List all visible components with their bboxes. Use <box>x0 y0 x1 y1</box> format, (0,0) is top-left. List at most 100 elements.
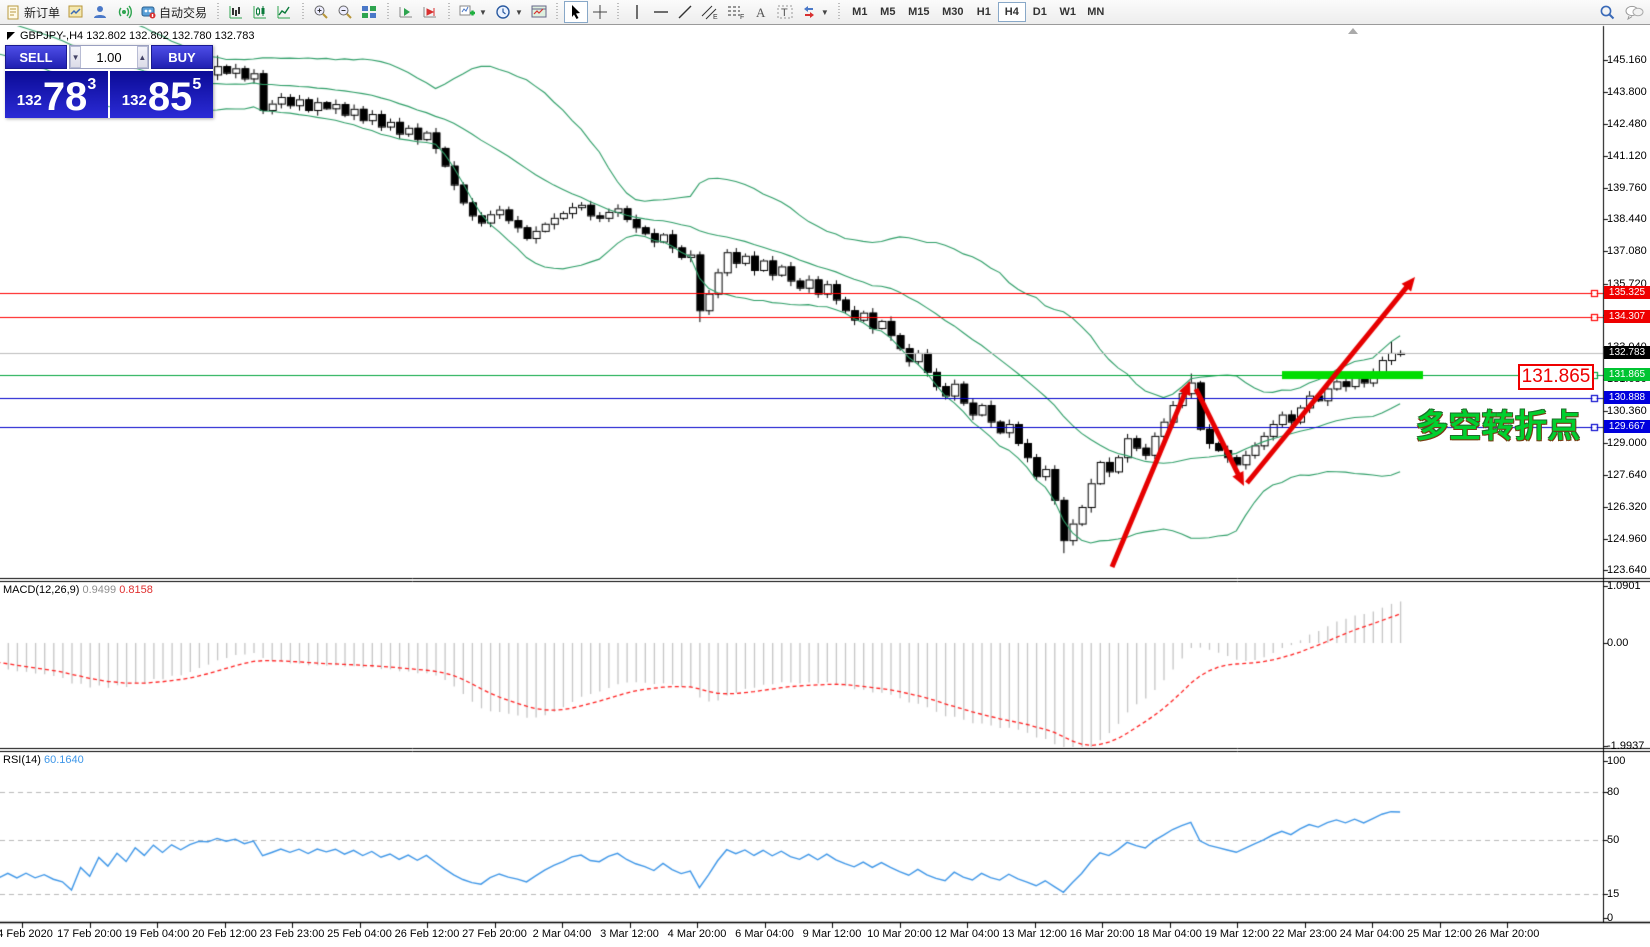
auto-trading-button[interactable]: 自动交易 <box>136 1 211 23</box>
channel-icon: E <box>701 4 719 20</box>
sell-price-prefix: 132 <box>17 92 42 109</box>
turning-point-annotation: 多空转折点 <box>1416 401 1581 447</box>
price-tick-label: 139.760 <box>1607 182 1647 194</box>
dropdown-caret-icon: ▼ <box>821 8 829 17</box>
price-tag-label: 131.865 <box>1604 368 1650 381</box>
volume-input[interactable] <box>81 46 137 68</box>
fibonacci-button[interactable]: F <box>723 1 749 23</box>
support-price-annotation: 131.865 <box>1518 364 1594 390</box>
auto-trading-label: 自动交易 <box>159 4 207 21</box>
timeframe-group: M1M5M15M30H1H4D1W1MN <box>846 2 1110 22</box>
buy-price-box[interactable]: 132855 <box>110 71 213 118</box>
crosshair-button[interactable] <box>588 1 612 23</box>
volume-decrease-button[interactable]: ▼ <box>70 46 81 68</box>
horizontal-line-button[interactable] <box>649 1 673 23</box>
sell-price-box[interactable]: 132783 <box>5 71 108 118</box>
trendline-icon <box>677 4 693 20</box>
sell-price-big: 78 <box>43 81 88 114</box>
signal-icon <box>116 4 132 20</box>
chart-shift-icon <box>422 4 438 20</box>
search-button[interactable] <box>1595 1 1620 23</box>
price-tick-label: 141.120 <box>1607 150 1647 162</box>
fibonacci-icon: F <box>727 4 745 20</box>
chat-icon <box>1624 4 1644 20</box>
crosshair-icon <box>592 4 608 20</box>
price-tag-label: 132.783 <box>1604 346 1650 359</box>
trendline-button[interactable] <box>673 1 697 23</box>
zoom-out-icon <box>337 4 353 20</box>
svg-text:A: A <box>756 5 766 20</box>
sell-button[interactable]: SELL <box>5 45 67 69</box>
timeframe-button-h1[interactable]: H1 <box>970 2 998 22</box>
toolbar-grip <box>214 3 221 21</box>
timeframe-button-m5[interactable]: M5 <box>874 2 902 22</box>
text-label-icon: T <box>777 4 793 20</box>
new-order-icon <box>6 5 21 20</box>
zoom-in-icon <box>313 4 329 20</box>
clock-icon <box>495 4 511 20</box>
new-chart-icon <box>459 4 475 20</box>
tile-windows-button[interactable] <box>357 1 381 23</box>
macd-signal-value: 0.8158 <box>119 584 153 596</box>
charts-list-button[interactable] <box>64 1 88 23</box>
sell-price-sup: 3 <box>87 76 96 94</box>
buy-button[interactable]: BUY <box>151 45 213 69</box>
candlestick-chart-button[interactable] <box>248 1 272 23</box>
zoom-out-button[interactable] <box>333 1 357 23</box>
price-tick-label: 127.640 <box>1607 469 1647 481</box>
auto-scroll-button[interactable] <box>394 1 418 23</box>
timeframe-button-m1[interactable]: M1 <box>846 2 874 22</box>
line-chart-button[interactable] <box>272 1 296 23</box>
profile-button[interactable] <box>88 1 112 23</box>
cursor-icon <box>569 4 583 20</box>
main-toolbar: 新订单 自动交易 <box>0 0 1650 25</box>
price-tag-label: 135.325 <box>1604 286 1650 299</box>
toolbar-grip <box>615 3 622 21</box>
profile-icon <box>92 4 108 20</box>
time-axis-label: 26 Mar 20:00 <box>1459 928 1555 940</box>
price-tick-label: 123.640 <box>1607 564 1647 576</box>
chat-button[interactable] <box>1620 1 1648 23</box>
vertical-line-button[interactable] <box>625 1 649 23</box>
timeframe-button-h4[interactable]: H4 <box>998 2 1026 22</box>
price-tag-label: 130.888 <box>1604 391 1650 404</box>
timeframe-button-m30[interactable]: M30 <box>936 2 970 22</box>
text-button[interactable]: A <box>749 1 773 23</box>
horizontal-line-icon <box>653 5 669 19</box>
line-chart-icon <box>276 4 292 20</box>
rsi-indicator-label: RSI(14) 60.1640 <box>3 754 84 766</box>
price-tick-label: 137.080 <box>1607 245 1647 257</box>
bar-chart-button[interactable] <box>224 1 248 23</box>
price-tick-label: 130.360 <box>1607 405 1647 417</box>
rsi-scale-label: 15 <box>1607 888 1619 900</box>
symbol-title: GBPJPY-,H4 132.802 132.802 132.780 132.7… <box>20 30 254 42</box>
price-tag-label: 134.307 <box>1604 310 1650 323</box>
macd-scale-label: 1.0901 <box>1607 580 1641 592</box>
templates-button[interactable] <box>527 1 551 23</box>
volume-increase-button[interactable]: ▲ <box>137 46 148 68</box>
timeframe-button-d1[interactable]: D1 <box>1026 2 1054 22</box>
rsi-scale-label: 100 <box>1607 755 1625 767</box>
timeframe-button-w1[interactable]: W1 <box>1054 2 1082 22</box>
arrows-button[interactable]: ▼ <box>797 1 833 23</box>
buy-price-sup: 5 <box>192 76 201 94</box>
svg-text:F: F <box>740 14 744 20</box>
text-label-button[interactable]: T <box>773 1 797 23</box>
rsi-scale-label: 0 <box>1607 912 1613 924</box>
cursor-button[interactable] <box>564 1 588 23</box>
buy-price-big: 85 <box>148 81 193 114</box>
period-clock-button[interactable]: ▼ <box>491 1 527 23</box>
trading-app-window: 新订单 自动交易 <box>0 0 1650 947</box>
zoom-in-button[interactable] <box>309 1 333 23</box>
price-tick-label: 143.800 <box>1607 86 1647 98</box>
equidistant-channel-button[interactable]: E <box>697 1 723 23</box>
timeframe-button-mn[interactable]: MN <box>1082 2 1110 22</box>
price-tick-label: 138.440 <box>1607 213 1647 225</box>
signal-button[interactable] <box>112 1 136 23</box>
new-order-button[interactable]: 新订单 <box>2 1 64 23</box>
new-chart-button[interactable]: ▼ <box>455 1 491 23</box>
timeframe-button-m15[interactable]: M15 <box>902 2 936 22</box>
volume-stepper: ▼ ▲ <box>69 45 149 69</box>
chart-shift-button[interactable] <box>418 1 442 23</box>
chart-canvas[interactable] <box>0 0 1650 947</box>
